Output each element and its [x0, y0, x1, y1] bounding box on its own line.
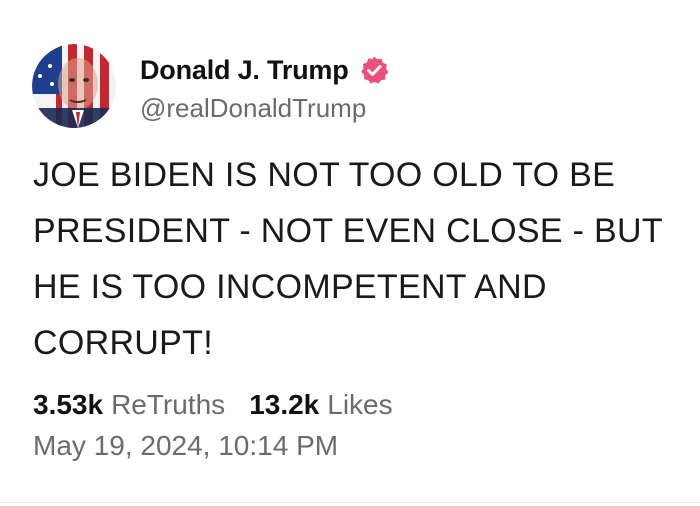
- avatar-image: [32, 44, 116, 128]
- retruths-stat[interactable]: 3.53k ReTruths: [33, 386, 225, 424]
- avatar[interactable]: [32, 44, 116, 128]
- likes-stat[interactable]: 13.2k Likes: [249, 386, 392, 424]
- author-display-name[interactable]: Donald J. Trump: [140, 55, 349, 86]
- verified-badge-icon: [359, 55, 389, 85]
- retruths-count: 3.53k: [33, 389, 104, 420]
- post-header: Donald J. Trump @realDonaldTrump: [32, 44, 389, 128]
- likes-count: 13.2k: [249, 389, 320, 420]
- author-identity: Donald J. Trump @realDonaldTrump: [140, 48, 389, 124]
- bottom-divider: [0, 502, 700, 503]
- post-timestamp: May 19, 2024, 10:14 PM: [33, 430, 339, 461]
- retruths-label: ReTruths: [111, 389, 226, 420]
- post-stats: 3.53k ReTruths 13.2k Likes: [33, 386, 393, 424]
- author-handle[interactable]: @realDonaldTrump: [140, 92, 389, 124]
- post-text: JOE BIDEN IS NOT TOO OLD TO BE PRESIDENT…: [33, 156, 663, 362]
- post-card: Donald J. Trump @realDonaldTrump JOE BID…: [0, 0, 700, 506]
- name-row: Donald J. Trump: [140, 48, 389, 92]
- likes-label: Likes: [327, 389, 393, 420]
